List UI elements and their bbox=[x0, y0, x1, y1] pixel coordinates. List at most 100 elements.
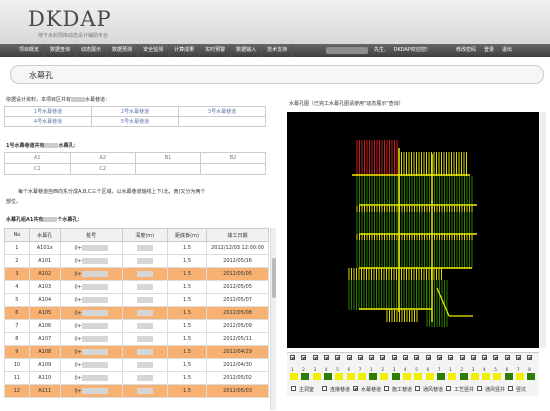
layer-checkbox[interactable] bbox=[508, 386, 513, 391]
zone-checkbox[interactable] bbox=[290, 355, 295, 360]
layer-checkbox[interactable] bbox=[322, 386, 327, 391]
station-prefix: 0+ bbox=[74, 284, 82, 291]
change-password-link[interactable]: 修改密码 bbox=[452, 44, 480, 57]
zone-checkbox[interactable] bbox=[516, 355, 521, 360]
cell-no: 7 bbox=[4, 319, 30, 333]
gallery-link-1[interactable]: 1号水幕巷道 bbox=[4, 106, 92, 117]
zone-link-b2[interactable]: B2 bbox=[200, 152, 266, 164]
nav-item-3[interactable]: 动态展示 bbox=[76, 44, 108, 57]
zone-checkbox[interactable] bbox=[414, 355, 420, 360]
zone-color-swatch bbox=[493, 373, 502, 380]
table-scrollbar[interactable] bbox=[270, 228, 276, 410]
nav-item-9[interactable]: 技术支持 bbox=[262, 44, 294, 57]
zone-checkbox[interactable] bbox=[459, 355, 465, 360]
map-scrollbar[interactable] bbox=[540, 112, 546, 348]
zone-checkbox[interactable] bbox=[323, 355, 329, 360]
table-row[interactable]: 8 A107 0+ 1.5 2012/05/11 bbox=[4, 332, 269, 346]
nav-item-5[interactable]: 安全监测 bbox=[138, 44, 170, 57]
table-row[interactable]: 12 A111 0+ 1.5 2012/05/03 bbox=[4, 384, 269, 398]
zone-checkbox[interactable] bbox=[312, 355, 318, 360]
table-row[interactable]: 5 A104 0+ 1.5 2012/05/07 bbox=[4, 293, 269, 307]
zone-number: 6 bbox=[426, 367, 430, 372]
zone-checkbox[interactable] bbox=[335, 355, 341, 360]
zone-checkbox[interactable] bbox=[436, 355, 442, 360]
zone-checkbox[interactable] bbox=[301, 355, 307, 360]
welcome-text: DKDAP欢迎您! bbox=[393, 47, 428, 53]
zone-number: 4 bbox=[404, 367, 407, 372]
zone-link-a2[interactable]: A2 bbox=[69, 152, 137, 164]
zone-link-c1[interactable]: C1 bbox=[4, 163, 71, 175]
depth-redacted bbox=[136, 322, 153, 329]
layer-checkbox[interactable] bbox=[446, 386, 451, 391]
cell-station: 0+ bbox=[59, 267, 123, 281]
zone-number: 3 bbox=[471, 367, 475, 372]
zone-link-a1[interactable]: A1 bbox=[4, 152, 71, 164]
nav-item-7[interactable]: 实时预警 bbox=[200, 44, 232, 57]
nav-item-8[interactable]: 数据输入 bbox=[231, 44, 263, 57]
column-header-4[interactable]: 深度(m) bbox=[121, 228, 168, 242]
gallery-link-5[interactable]: 5号水幕巷道 bbox=[91, 116, 179, 127]
zone-checkbox[interactable] bbox=[357, 355, 363, 360]
zone-checkbox[interactable] bbox=[403, 355, 408, 360]
cell-depth bbox=[121, 345, 168, 359]
cell-distance: 1.5 bbox=[166, 384, 208, 398]
gallery-link-2[interactable]: 2号水幕巷道 bbox=[91, 106, 179, 117]
layer-checkbox[interactable] bbox=[384, 386, 389, 391]
station-redacted bbox=[81, 387, 108, 394]
nav-item-2[interactable]: 数据查询 bbox=[45, 44, 77, 57]
gallery-link-4[interactable]: 4号水幕巷道 bbox=[4, 116, 92, 127]
column-header-3[interactable]: 桩号 bbox=[59, 228, 123, 242]
zone-checkbox[interactable] bbox=[425, 355, 431, 360]
table-caption: 水幕孔组A1共有 个水幕孔： bbox=[6, 216, 82, 223]
column-header-1[interactable]: No bbox=[4, 228, 30, 242]
table-row[interactable]: 9 A108 0+ 1.5 2012/04/29 bbox=[4, 345, 269, 359]
table-row[interactable]: 10 A109 0+ 1.5 2012/04/30 bbox=[4, 358, 269, 372]
layer-checkbox[interactable] bbox=[477, 386, 482, 391]
table-row[interactable]: 6 A105 0+ 1.5 2012/05/08 bbox=[4, 306, 269, 320]
zone-checkbox[interactable] bbox=[470, 355, 476, 360]
zone-checkbox[interactable] bbox=[380, 355, 386, 360]
cell-date: 2012/05/16 bbox=[206, 254, 269, 268]
table-row[interactable]: 3 A102 0+ 1.5 2012/05/05 bbox=[4, 267, 269, 281]
table-row[interactable]: 1 A101x 0+ 1.5 2012/12/03 12:00:00 bbox=[4, 241, 269, 255]
gallery-link-3[interactable]: 3号水幕巷道 bbox=[178, 106, 266, 117]
column-header-5[interactable]: 距底板(m) bbox=[166, 228, 208, 242]
zone-color-swatch bbox=[323, 373, 332, 380]
zone-color-swatch bbox=[346, 373, 355, 380]
layer-checkbox[interactable] bbox=[415, 386, 420, 391]
zone-checkbox[interactable] bbox=[493, 355, 499, 360]
nav-item-1[interactable]: 项目概览 bbox=[14, 44, 46, 57]
zone-number: 2 bbox=[381, 367, 384, 372]
station-redacted bbox=[81, 309, 108, 316]
nav-item-4[interactable]: 数据预测 bbox=[107, 44, 139, 57]
logout-link[interactable]: 退出 bbox=[498, 44, 516, 57]
table-row[interactable]: 11 A110 0+ 1.5 2012/05/02 bbox=[4, 371, 269, 385]
table-row[interactable]: 2 A101 0+ 1.5 2012/05/16 bbox=[4, 254, 269, 268]
zone-number: 6 bbox=[505, 367, 509, 372]
station-redacted bbox=[81, 257, 108, 264]
zone-link-c2[interactable]: C2 bbox=[69, 163, 137, 175]
zone-checkbox[interactable] bbox=[369, 355, 375, 360]
zone-checkbox[interactable] bbox=[527, 355, 533, 360]
column-header-6[interactable]: 竣工日期 bbox=[206, 228, 269, 242]
cell-depth bbox=[121, 371, 168, 385]
zone-checkbox[interactable] bbox=[504, 355, 510, 360]
layer-checkbox[interactable] bbox=[291, 386, 296, 391]
station-redacted bbox=[81, 270, 108, 277]
nav-item-6[interactable]: 计算成果 bbox=[169, 44, 201, 57]
login-link[interactable]: 登录 bbox=[480, 44, 498, 57]
zone-checkbox[interactable] bbox=[448, 355, 454, 360]
layer-checkbox[interactable] bbox=[353, 386, 358, 391]
cell-no: 4 bbox=[4, 280, 30, 294]
zone-checkbox[interactable] bbox=[391, 355, 397, 360]
cell-hole: A101 bbox=[28, 254, 61, 268]
zone-link-b1[interactable]: B1 bbox=[135, 152, 201, 164]
column-header-2[interactable]: 水幕孔 bbox=[28, 228, 61, 242]
table-row[interactable]: 4 A103 0+ 1.5 2012/05/05 bbox=[4, 280, 269, 294]
water-curtain-map[interactable] bbox=[287, 112, 539, 348]
zone-checkbox[interactable] bbox=[482, 355, 488, 360]
table-scroll-thumb[interactable] bbox=[272, 258, 276, 298]
table-row[interactable]: 7 A106 0+ 1.5 2012/05/09 bbox=[4, 319, 269, 333]
zone-checkbox[interactable] bbox=[346, 355, 352, 360]
intro-label: 依据设计资料，本项目区共有 bbox=[6, 97, 72, 103]
